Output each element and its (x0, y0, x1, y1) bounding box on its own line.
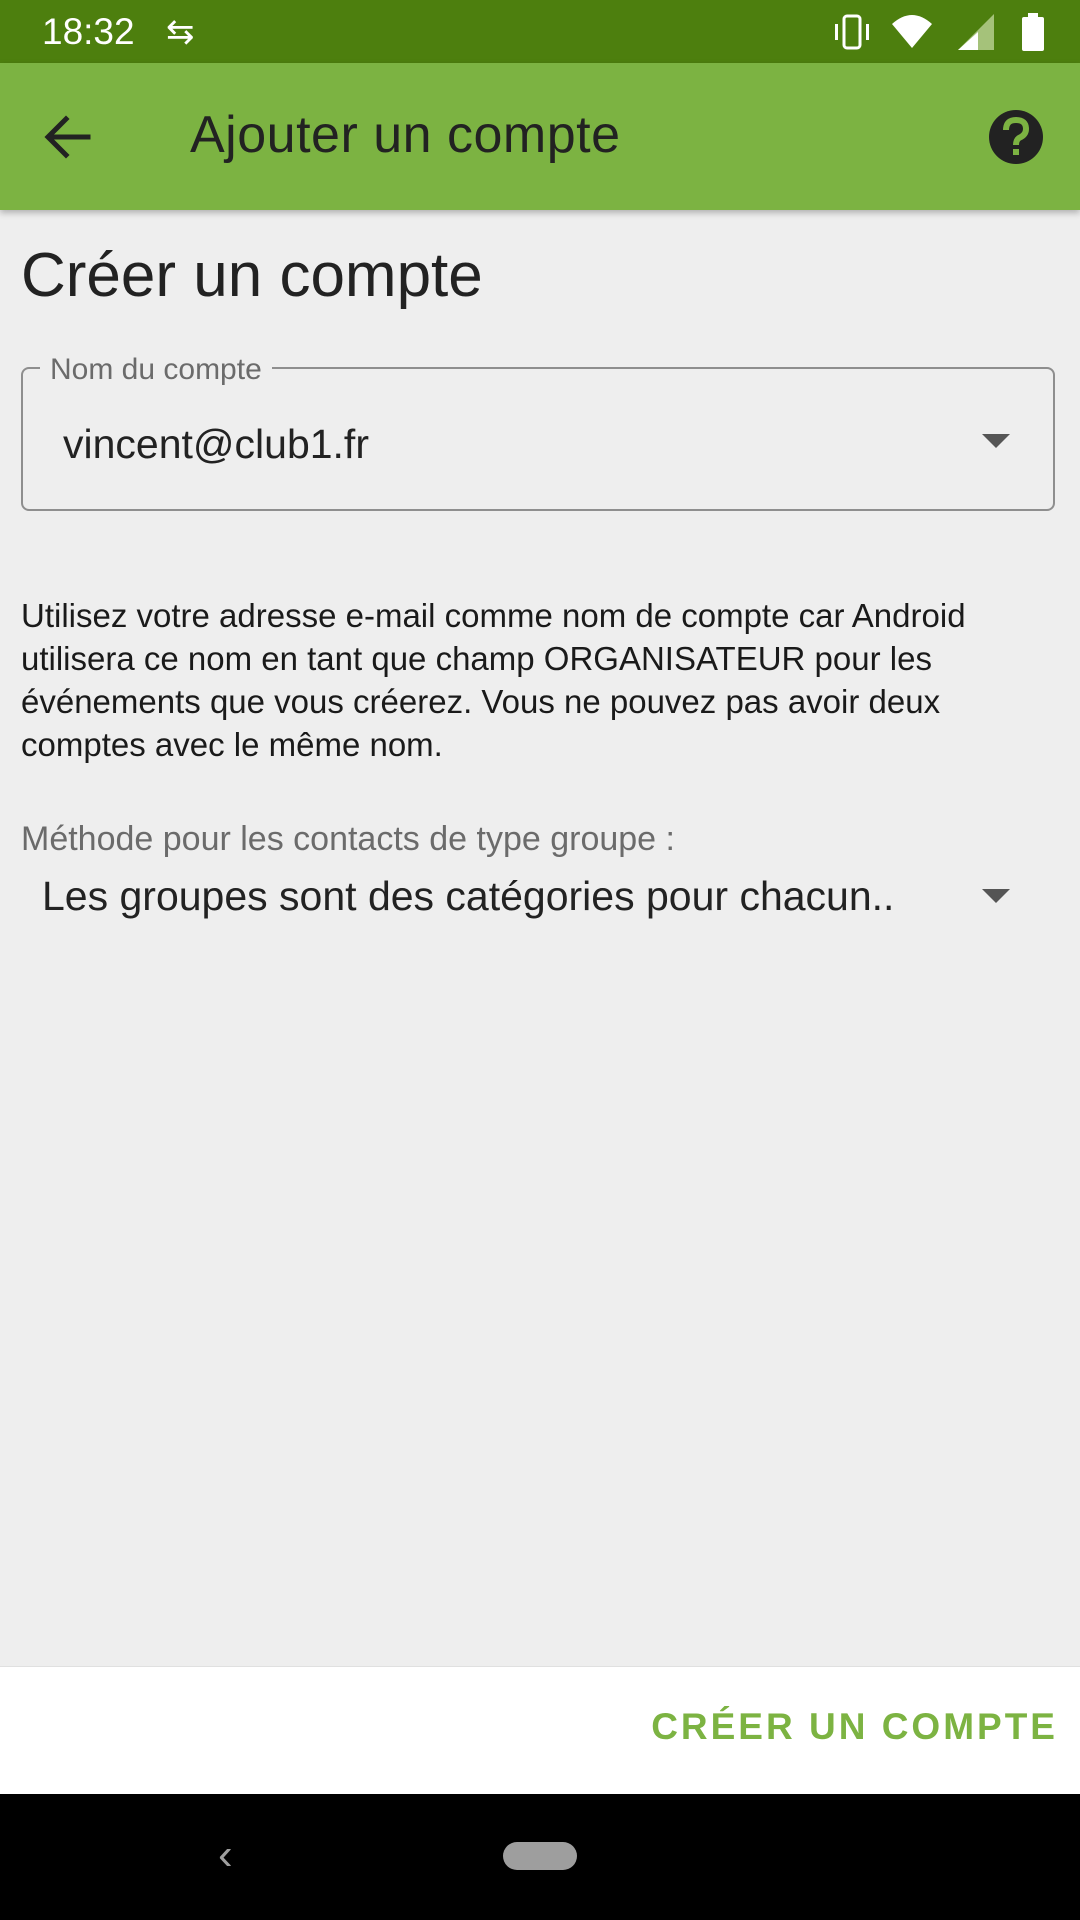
account-name-label: Nom du compte (40, 352, 272, 388)
group-method-label: Méthode pour les contacts de type groupe… (21, 820, 675, 858)
info-text: Utilisez votre adresse e-mail comme nom … (21, 597, 966, 763)
nav-home-pill[interactable] (503, 1842, 577, 1870)
status-bar: 18:32 ⇆ (0, 0, 1080, 63)
group-method-select[interactable]: Les groupes sont des catégories pour cha… (42, 872, 894, 920)
battery-icon (1022, 13, 1044, 51)
chevron-down-icon[interactable] (982, 889, 1010, 903)
chevron-down-icon[interactable] (982, 434, 1010, 448)
system-nav-bar: ‹ (0, 1794, 1080, 1920)
action-bar: CRÉER UN COMPTE (0, 1666, 1080, 1795)
vibrate-icon (835, 14, 869, 50)
account-name-value[interactable]: vincent@club1.fr (63, 420, 369, 468)
back-button[interactable] (34, 101, 114, 173)
app-bar: Ajouter un compte (0, 63, 1080, 210)
arrow-back-icon (44, 115, 91, 159)
app-title: Ajouter un compte (190, 106, 621, 164)
create-account-button[interactable]: CRÉER UN COMPTE (651, 1703, 1058, 1751)
status-time: 18:32 (42, 11, 135, 52)
help-button[interactable] (986, 107, 1046, 167)
nav-back-icon[interactable]: ‹ (218, 1830, 233, 1880)
sync-icon: ⇆ (166, 13, 195, 51)
page-title: Créer un compte (21, 241, 483, 310)
help-icon (989, 110, 1043, 164)
wifi-icon (892, 15, 932, 48)
signal-icon (958, 14, 994, 50)
